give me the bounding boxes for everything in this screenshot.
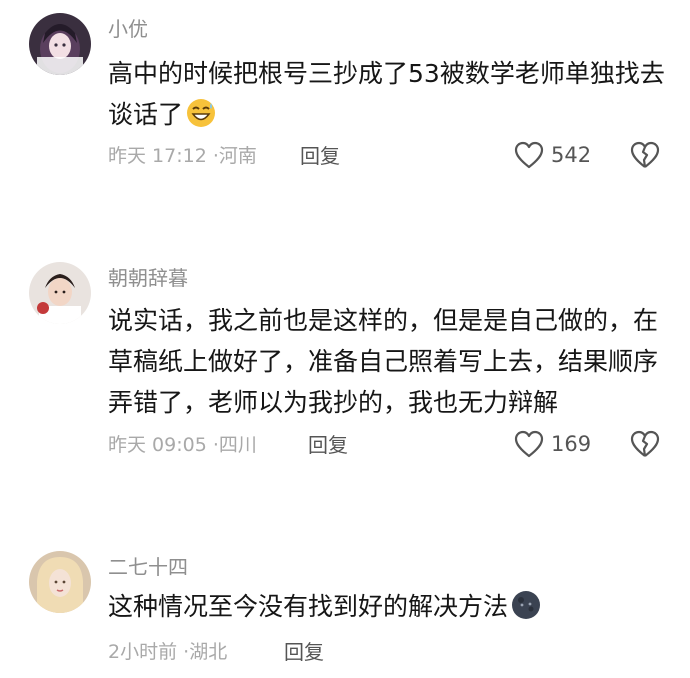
like-button[interactable]: 169 <box>514 429 591 459</box>
avatar[interactable] <box>29 551 91 613</box>
dark-moon-face-emoji <box>510 589 542 633</box>
comment-body: 这种情况至今没有找到好的解决方法 <box>108 592 509 621</box>
comment-meta: 昨天 17:12 ·河南 <box>108 144 257 168</box>
reply-button[interactable]: 回复 <box>300 144 340 168</box>
comment-location: 湖北 <box>189 641 228 663</box>
username[interactable]: 二七十四 <box>108 555 188 579</box>
comment-location: 河南 <box>218 145 257 167</box>
comment-time: 昨天 17:12 <box>108 145 207 167</box>
dislike-button[interactable] <box>630 141 660 173</box>
reply-button[interactable]: 回复 <box>284 640 324 664</box>
dislike-button[interactable] <box>630 430 660 462</box>
like-count: 542 <box>551 143 592 167</box>
comment-location: 四川 <box>218 434 257 456</box>
comment-time: 昨天 09:05 <box>108 434 207 456</box>
heart-icon <box>514 430 544 458</box>
like-count: 169 <box>551 432 592 456</box>
heart-icon <box>514 141 544 169</box>
comment-time: 2小时前 <box>108 641 178 663</box>
avatar[interactable] <box>29 262 91 324</box>
broken-heart-icon <box>630 430 660 457</box>
reply-button[interactable]: 回复 <box>308 433 348 457</box>
avatar[interactable] <box>29 13 91 75</box>
comment-meta: 2小时前 ·湖北 <box>108 640 227 664</box>
username[interactable]: 朝朝辞暮 <box>108 266 188 290</box>
comment-text: 说实话，我之前也是这样的，但是是自己做的，在草稿纸上做好了，准备自己照着写上去，… <box>108 306 659 417</box>
grinning-sweat-emoji <box>185 97 217 141</box>
comment-text: 这种情况至今没有找到好的解决方法 <box>108 586 668 633</box>
username[interactable]: 小优 <box>108 17 148 41</box>
comment-text: 高中的时候把根号三抄成了53被数学老师单独找去谈话了 <box>108 53 668 141</box>
broken-heart-icon <box>630 141 660 168</box>
like-button[interactable]: 542 <box>514 140 591 170</box>
comment-meta: 昨天 09:05 ·四川 <box>108 433 257 457</box>
